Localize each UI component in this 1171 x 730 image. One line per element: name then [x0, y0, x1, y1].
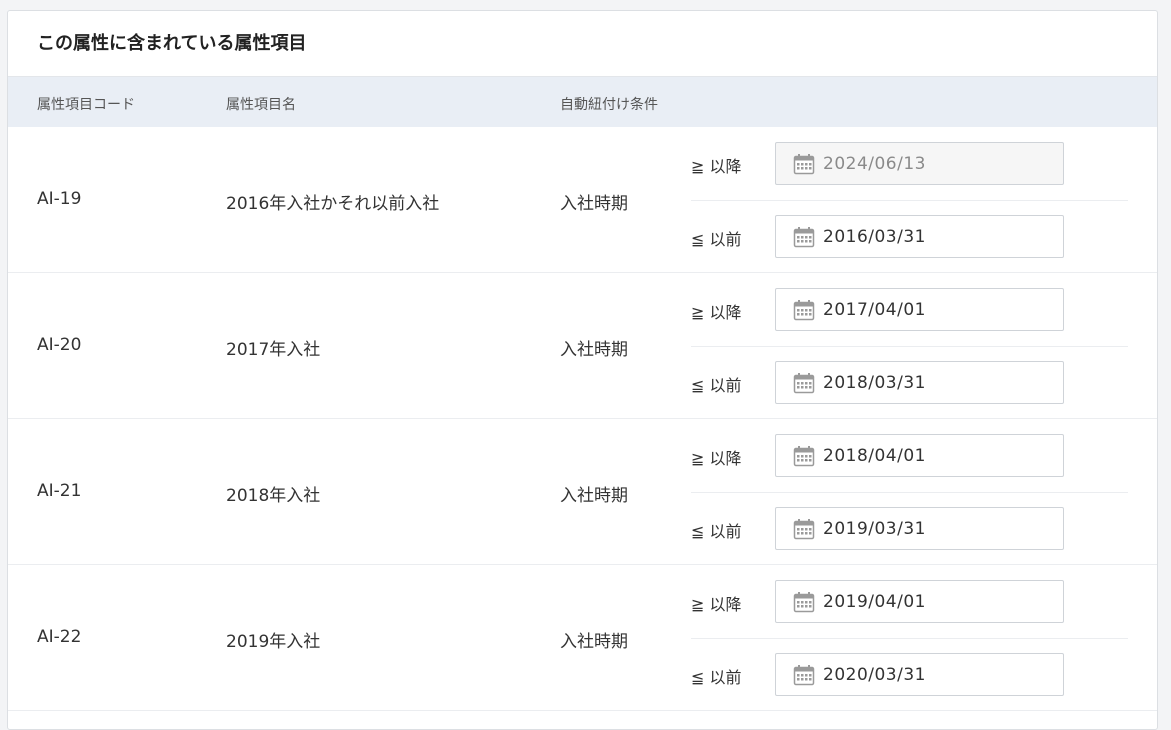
calendar-icon [793, 518, 815, 539]
row-condition: 入社時期 [560, 486, 628, 506]
from-label: ≧ 以降 [691, 303, 742, 322]
range-to: ≦ 以前 2018/03/31 [691, 346, 1128, 419]
header-name: 属性項目名 [226, 97, 296, 113]
row-code: AI-21 [37, 481, 82, 501]
card-title: この属性に含まれている属性項目 [8, 11, 1157, 77]
row-condition: 入社時期 [560, 632, 628, 652]
from-date-input[interactable]: 2018/04/01 [775, 434, 1064, 477]
from-label: ≧ 以降 [691, 449, 742, 468]
table-row: AI-19 2016年入社かそれ以前入社 入社時期 ≧ 以降 2024/06/1… [8, 127, 1157, 273]
row-condition: 入社時期 [560, 194, 628, 214]
row-name: 2019年入社 [226, 632, 321, 652]
to-label: ≦ 以前 [691, 376, 742, 395]
from-date-input[interactable]: 2017/04/01 [775, 288, 1064, 331]
header-condition: 自動紐付け条件 [560, 97, 658, 113]
range-from: ≧ 以降 2019/04/01 [691, 565, 1128, 639]
header-code: 属性項目コード [37, 97, 135, 113]
calendar-icon [793, 445, 815, 466]
calendar-icon [793, 226, 815, 247]
row-condition: 入社時期 [560, 340, 628, 360]
from-date-value: 2017/04/01 [823, 299, 926, 320]
to-label: ≦ 以前 [691, 522, 742, 541]
from-date-input[interactable]: 2024/06/13 [775, 142, 1064, 185]
from-date-input[interactable]: 2019/04/01 [775, 580, 1064, 623]
table-row: AI-21 2018年入社 入社時期 ≧ 以降 2018/04/01 ≦ 以前 … [8, 419, 1157, 565]
to-date-value: 2018/03/31 [823, 372, 926, 393]
to-label: ≦ 以前 [691, 230, 742, 249]
table-row: AI-22 2019年入社 入社時期 ≧ 以降 2019/04/01 ≦ 以前 … [8, 565, 1157, 711]
to-date-input[interactable]: 2016/03/31 [775, 215, 1064, 258]
to-date-value: 2020/03/31 [823, 664, 926, 685]
to-date-input[interactable]: 2020/03/31 [775, 653, 1064, 696]
calendar-icon [793, 299, 815, 320]
from-label: ≧ 以降 [691, 595, 742, 614]
row-name: 2017年入社 [226, 340, 321, 360]
to-label: ≦ 以前 [691, 668, 742, 687]
row-code: AI-19 [37, 189, 82, 209]
to-date-value: 2019/03/31 [823, 518, 926, 539]
row-name: 2016年入社かそれ以前入社 [226, 194, 440, 214]
to-date-input[interactable]: 2019/03/31 [775, 507, 1064, 550]
calendar-icon [793, 664, 815, 685]
range-from: ≧ 以降 2017/04/01 [691, 273, 1128, 347]
range-from: ≧ 以降 2024/06/13 [691, 127, 1128, 201]
table-header: 属性項目コード 属性項目名 自動紐付け条件 [8, 77, 1157, 127]
range-to: ≦ 以前 2020/03/31 [691, 638, 1128, 711]
row-code: AI-20 [37, 335, 82, 355]
from-date-value: 2019/04/01 [823, 591, 926, 612]
range-to: ≦ 以前 2019/03/31 [691, 492, 1128, 565]
range-to: ≦ 以前 2016/03/31 [691, 200, 1128, 273]
to-date-value: 2016/03/31 [823, 226, 926, 247]
calendar-icon [793, 591, 815, 612]
to-date-input[interactable]: 2018/03/31 [775, 361, 1064, 404]
range-from: ≧ 以降 2018/04/01 [691, 419, 1128, 493]
calendar-icon [793, 153, 815, 174]
calendar-icon [793, 372, 815, 393]
from-date-value: 2024/06/13 [823, 153, 926, 174]
row-code: AI-22 [37, 627, 82, 647]
from-date-value: 2018/04/01 [823, 445, 926, 466]
table-row: AI-20 2017年入社 入社時期 ≧ 以降 2017/04/01 ≦ 以前 … [8, 273, 1157, 419]
attribute-items-card: この属性に含まれている属性項目 属性項目コード 属性項目名 自動紐付け条件 AI… [7, 10, 1158, 730]
row-name: 2018年入社 [226, 486, 321, 506]
from-label: ≧ 以降 [691, 157, 742, 176]
